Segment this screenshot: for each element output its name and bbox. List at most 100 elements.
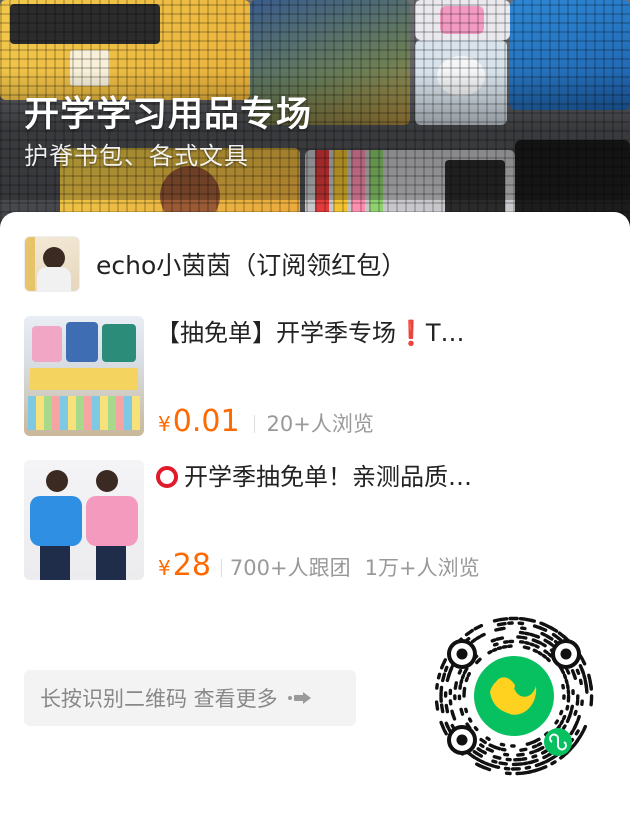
qr-module (565, 704, 570, 711)
qr-module (522, 761, 529, 766)
product-thumbnail[interactable] (24, 316, 144, 436)
qr-module (493, 764, 501, 770)
qr-module (453, 681, 458, 690)
qr-module (540, 749, 547, 755)
view-count: 20+人浏览 (266, 412, 374, 436)
qr-module (536, 741, 543, 747)
qr-module (562, 673, 568, 680)
product-thumbnail[interactable] (24, 460, 144, 580)
qr-module (479, 759, 486, 765)
qr-module (434, 700, 440, 711)
shop-header[interactable]: echo小茵茵（订阅领红包） (24, 236, 406, 292)
product-price: 28 (172, 548, 211, 583)
product-item[interactable]: 【抽免单】开学季专场❗T… ¥ 0.01 20+人浏览 (24, 316, 614, 439)
view-more-button[interactable]: 长按识别二维码 查看更多 (24, 670, 356, 726)
qr-module (440, 672, 447, 683)
product-title[interactable]: 开学季抽免单！亲测品质… (156, 460, 606, 494)
qr-module (527, 760, 534, 765)
qr-module (474, 756, 481, 762)
qr-module (525, 769, 533, 775)
qr-module (450, 709, 455, 716)
qr-module (459, 678, 464, 685)
qr-module (529, 618, 537, 623)
qr-module (529, 642, 535, 647)
qr-module (476, 747, 483, 753)
qr-module (479, 743, 485, 749)
qr-module (582, 673, 587, 681)
divider (253, 415, 255, 433)
qr-module (573, 738, 580, 745)
qr-module (470, 753, 477, 760)
qr-module (521, 756, 528, 761)
qr-module (443, 665, 449, 673)
qr-module (483, 761, 491, 767)
qr-module (554, 719, 560, 725)
qr-module (561, 714, 567, 721)
product-title-text: 开学季抽免单！亲测品质… (184, 463, 472, 491)
qr-module (475, 635, 482, 641)
qr-module (539, 760, 547, 766)
qr-module (536, 640, 543, 645)
qr-module (565, 714, 572, 724)
hero-title: 开学学习用品专场 (24, 95, 313, 135)
qr-module (547, 652, 553, 658)
qr-module (524, 765, 532, 770)
qr-module (448, 665, 454, 673)
qr-module (584, 683, 589, 694)
qr-module (572, 673, 578, 681)
shop-name[interactable]: echo小茵茵（订阅领红包） (96, 246, 406, 282)
qr-module (545, 657, 551, 663)
qr-module (442, 728, 448, 736)
qr-module (487, 649, 493, 655)
qr-module (551, 632, 558, 639)
product-item[interactable]: 开学季抽免单！亲测品质… ¥ 28 700+人跟团 1万+人浏览 (24, 460, 614, 583)
view-count: 1万+人浏览 (364, 556, 480, 580)
qr-module (531, 754, 538, 759)
qr-module (479, 737, 487, 745)
qr-module (485, 736, 491, 742)
arrow-right-icon (287, 691, 312, 705)
qr-module (516, 752, 525, 757)
qr-module (464, 707, 469, 714)
qr-module (559, 709, 564, 716)
qr-module (439, 703, 445, 714)
qr-module (492, 642, 499, 647)
qr-module (436, 672, 442, 680)
qr-module (492, 618, 500, 623)
qr-module (460, 673, 466, 680)
qr-module (479, 632, 486, 638)
hero-banner: 开学学习用品专场 护脊书包、各式文具 (0, 0, 630, 240)
qr-module (498, 761, 508, 766)
qr-module (464, 628, 474, 637)
qr-module (569, 704, 575, 711)
qr-module (572, 724, 578, 731)
qr-module (578, 678, 583, 686)
product-title-ellipsis: T… (425, 319, 465, 347)
qr-module (544, 758, 551, 764)
qr-module (587, 673, 592, 681)
qr-module (529, 750, 536, 755)
qr-module (490, 638, 497, 643)
product-title[interactable]: 【抽免单】开学季专场❗T… (156, 316, 606, 350)
qr-module (582, 724, 588, 732)
qr-module (491, 759, 498, 764)
qr-module (533, 748, 540, 753)
shop-avatar[interactable] (24, 236, 80, 292)
product-price: 0.01 (172, 404, 240, 439)
qr-module (522, 645, 531, 650)
qr-module (475, 657, 482, 665)
qr-module (541, 653, 547, 659)
qr-module (492, 754, 502, 760)
qr-module (574, 729, 580, 736)
qr-module (537, 625, 548, 632)
qr-module (442, 658, 448, 665)
qr-module (565, 669, 571, 675)
qr-code-icon[interactable] (432, 614, 596, 778)
qr-module (470, 638, 477, 644)
currency-symbol: ¥ (158, 412, 171, 436)
qr-module (488, 763, 496, 768)
qr-module (525, 741, 532, 746)
qr-module (561, 634, 568, 641)
qr-module (488, 743, 497, 749)
qr-module (467, 717, 473, 723)
